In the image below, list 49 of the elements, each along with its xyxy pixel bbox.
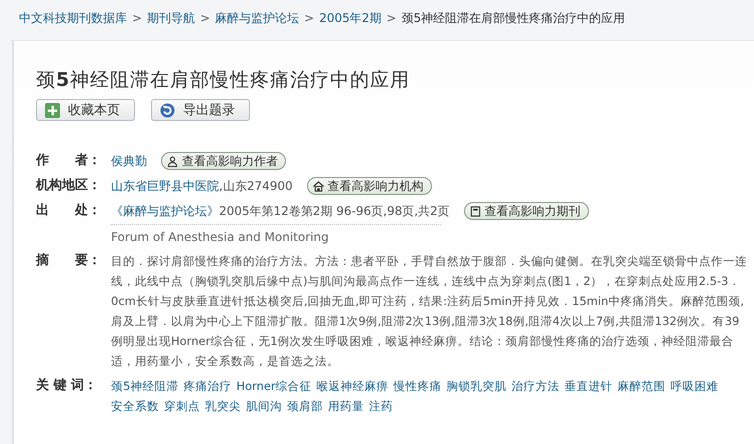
field-link[interactable]: 山东省巨野县中医院 (111, 176, 219, 196)
breadcrumb-separator: > (304, 11, 314, 25)
field-value: ,山东274900 (219, 178, 293, 195)
keyword-link[interactable]: 垂直进针 (564, 376, 613, 396)
field-value: 2005年第12卷第2期 96-96页,98页,共2页 (219, 203, 450, 220)
keyword-link[interactable]: 安全系数 (111, 396, 159, 416)
field-link[interactable]: 侯典勤 (111, 151, 147, 171)
keyword-link[interactable]: 注药 (369, 396, 393, 416)
journal-english-name: Forum of Anesthesia and Monitoring (111, 224, 441, 246)
abstract-text: 目的．探讨肩部慢性疼痛的治疗方法。方法：患者平卧，手臂自然放于腹部．头偏向健侧。在乳突尖端至锁骨中点作一连线，此线中点（胸锁乳突肌后缘中点)与肌间沟最高点作一连线，连线中点为穿刺点(图1，2），在穿刺点处应用2.5-3．0cm长针与皮肤垂直进针抵达横突后,回抽无血,即可注药，结果:注药后5min开持见效．15min中疼痛消失。麻醉范围颈,肩及上臂．以肩为中心上下阻滞扩散。阻滞1次9例,阻滞2次13例,阻滞3次18例,阻滞4次以上7例,共阻滞132例次。有39例明显出现Horner综合征，无1例次发生呼吸困难，喉返神经麻痹。结论：颈肩部慢性疼痛的治疗选颈，神经阻滞最合适，用药量小，安全系数高，是首选之法。 (111, 253, 748, 370)
impact-button[interactable]: 查看高影响力期刊 (464, 202, 589, 220)
impact-button[interactable]: 查看高影响力机构 (306, 177, 432, 195)
field-label: 摘 要： (36, 252, 102, 270)
keyword-link[interactable]: Horner综合征 (236, 376, 312, 396)
breadcrumb-separator: > (200, 11, 210, 25)
field-label: 作 者： (36, 152, 102, 170)
refresh-icon (160, 102, 175, 118)
breadcrumb-link[interactable]: 中文科技期刊数据库 (19, 10, 127, 26)
field-link[interactable]: 《麻醉与监护论坛》 (111, 201, 219, 221)
article-title: 颈5神经阻滞在肩部慢性疼痛治疗中的应用 (36, 68, 412, 93)
field-label: 关 键 词： (36, 376, 98, 395)
breadcrumb-current: 颈5神经阻滞在肩部慢性疼痛治疗中的应用 (401, 10, 626, 26)
house-icon (312, 180, 324, 192)
impact-button[interactable]: 查看高影响力作者 (161, 152, 286, 170)
field-label: 机构地区： (36, 177, 102, 195)
plus-icon (45, 102, 60, 118)
person-icon (167, 156, 178, 166)
toolbar-button[interactable]: 收藏本页 (36, 99, 135, 121)
keyword-link[interactable]: 用药量 (328, 396, 364, 416)
keyword-link[interactable]: 颈5神经阻滞 (111, 376, 178, 396)
toolbar-button[interactable]: 导出题录 (151, 99, 250, 121)
keyword-link[interactable]: 呼吸困难 (670, 376, 719, 396)
keyword-link[interactable]: 穿刺点 (164, 396, 200, 416)
book-icon (470, 206, 481, 216)
field-label: 出 处： (36, 202, 102, 220)
keyword-link[interactable]: 麻醉范围 (618, 376, 666, 396)
breadcrumb-separator: > (386, 11, 396, 25)
breadcrumb-separator: > (132, 11, 142, 25)
breadcrumb-link[interactable]: 2005年2期 (319, 10, 382, 26)
keyword-link[interactable]: 喉返神经麻痹 (316, 376, 389, 396)
keyword-link[interactable]: 慢性疼痛 (394, 376, 442, 396)
keyword-link[interactable]: 疼痛治疗 (183, 376, 232, 396)
breadcrumb-link[interactable]: 期刊导航 (147, 10, 196, 26)
keyword-link[interactable]: 胸锁乳突肌 (446, 376, 507, 396)
keyword-link[interactable]: 颈肩部 (287, 396, 323, 416)
keyword-link[interactable]: 治疗方法 (512, 376, 560, 396)
breadcrumb-link[interactable]: 麻醉与监护论坛 (215, 10, 300, 26)
keyword-link[interactable]: 肌间沟 (246, 396, 282, 416)
keyword-link[interactable]: 乳突尖 (205, 396, 241, 416)
